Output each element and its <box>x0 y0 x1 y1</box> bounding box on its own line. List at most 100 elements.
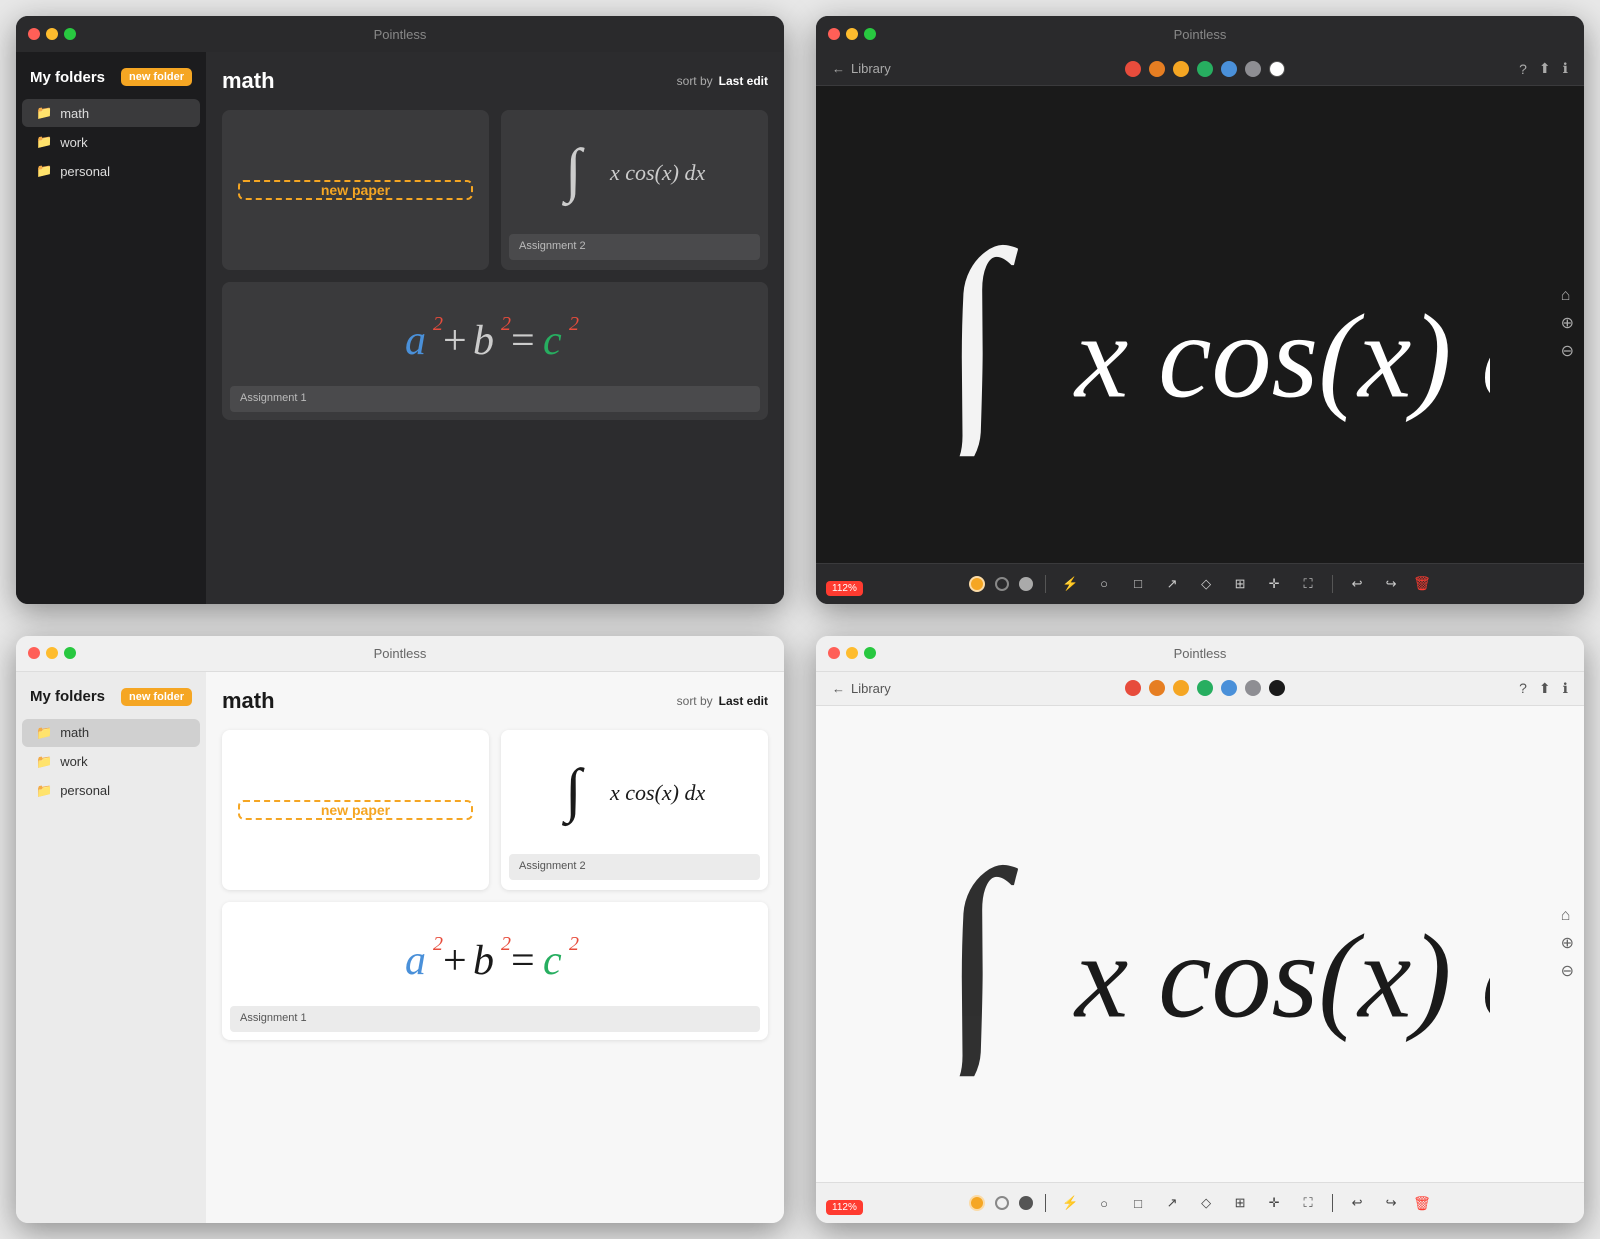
color-green[interactable] <box>1197 61 1213 77</box>
sidebar-item-math[interactable]: 📁 math <box>22 719 200 747</box>
tool-redo[interactable]: ↪ <box>1379 1191 1403 1215</box>
tool-eraser[interactable]: ◇ <box>1194 1191 1218 1215</box>
color-white[interactable] <box>1269 61 1285 77</box>
folder-icon: 📁 <box>36 783 52 799</box>
tool-circle[interactable]: ○ <box>1092 572 1116 596</box>
download-icon[interactable]: ⬆ <box>1539 680 1551 697</box>
maximize-button[interactable] <box>64 28 76 40</box>
back-button[interactable]: ← Library <box>832 681 891 696</box>
tool-pen-dark[interactable] <box>1019 577 1033 591</box>
minimize-button[interactable] <box>46 28 58 40</box>
maximize-button[interactable] <box>864 28 876 40</box>
trash-icon[interactable]: 🗑 <box>1413 575 1431 592</box>
tool-lightning[interactable]: ⚡ <box>1058 1191 1082 1215</box>
zoom-in-icon[interactable]: ⊕ <box>1561 313 1574 333</box>
tool-pen-orange[interactable] <box>969 1195 985 1211</box>
color-blue[interactable] <box>1221 680 1237 696</box>
assignment1-card[interactable]: a 2 + b 2 = c 2 Assignment 1 <box>222 902 768 1040</box>
maximize-button[interactable] <box>64 647 76 659</box>
color-green[interactable] <box>1197 680 1213 696</box>
sort-control[interactable]: sort by Last edit <box>677 694 768 708</box>
zoom-in-icon[interactable]: ⊕ <box>1561 933 1574 953</box>
color-gray[interactable] <box>1245 61 1261 77</box>
tool-redo[interactable]: ↪ <box>1379 572 1403 596</box>
zoom-badge: 112% <box>826 1200 863 1215</box>
help-icon[interactable]: ? <box>1519 61 1527 77</box>
color-red[interactable] <box>1125 680 1141 696</box>
minimize-button[interactable] <box>846 647 858 659</box>
canvas-area[interactable]: ∫ x cos(x) dx ⌂ ⊕ ⊖ <box>816 706 1584 1183</box>
tool-fullscreen[interactable]: ⛶ <box>1296 572 1320 596</box>
tool-pen-dark[interactable] <box>1019 1196 1033 1210</box>
info-icon[interactable]: ℹ <box>1563 60 1568 77</box>
download-icon[interactable]: ⬆ <box>1539 60 1551 77</box>
svg-text:a: a <box>405 318 426 364</box>
titlebar-top-right: Pointless <box>816 16 1584 52</box>
maximize-button[interactable] <box>864 647 876 659</box>
sidebar-item-personal[interactable]: 📁 personal <box>22 777 200 805</box>
color-yellow[interactable] <box>1173 680 1189 696</box>
svg-text:2: 2 <box>501 933 511 955</box>
new-paper-card[interactable]: new paper <box>222 110 489 270</box>
tool-grid[interactable]: ⊞ <box>1228 1191 1252 1215</box>
folder-icon: 📁 <box>36 754 52 770</box>
minimize-button[interactable] <box>846 28 858 40</box>
home-icon[interactable]: ⌂ <box>1561 907 1574 925</box>
trash-icon[interactable]: 🗑 <box>1413 1195 1431 1212</box>
assignment2-card[interactable]: ∫ x cos(x) dx Assignment 2 <box>501 110 768 270</box>
sidebar-item-math[interactable]: 📁 math <box>22 99 200 127</box>
color-black[interactable] <box>1269 680 1285 696</box>
back-button[interactable]: ← Library <box>832 61 891 76</box>
color-gray[interactable] <box>1245 680 1261 696</box>
close-button[interactable] <box>828 28 840 40</box>
help-icon[interactable]: ? <box>1519 680 1527 696</box>
tool-circle[interactable]: ○ <box>1092 1191 1116 1215</box>
info-icon[interactable]: ℹ <box>1563 680 1568 697</box>
sidebar-item-work[interactable]: 📁 work <box>22 128 200 156</box>
close-button[interactable] <box>28 647 40 659</box>
new-folder-button[interactable]: new folder <box>121 68 192 86</box>
tool-arrow[interactable]: ↗ <box>1160 572 1184 596</box>
tool-lightning[interactable]: ⚡ <box>1058 572 1082 596</box>
sidebar-item-personal[interactable]: 📁 personal <box>22 157 200 185</box>
tool-square[interactable]: □ <box>1126 572 1150 596</box>
tool-grid[interactable]: ⊞ <box>1228 572 1252 596</box>
svg-text:=: = <box>511 318 535 364</box>
canvas-area[interactable]: ∫ x cos(x) dx ⌂ ⊕ ⊖ <box>816 86 1584 563</box>
sidebar-item-work[interactable]: 📁 work <box>22 748 200 776</box>
color-orange[interactable] <box>1149 680 1165 696</box>
tool-pen-white[interactable] <box>995 577 1009 591</box>
close-button[interactable] <box>28 28 40 40</box>
window-title: Pointless <box>1174 646 1227 661</box>
titlebar-bottom-left: Pointless <box>16 636 784 672</box>
zoom-out-icon[interactable]: ⊖ <box>1561 961 1574 981</box>
traffic-lights <box>828 28 876 40</box>
tool-move[interactable]: ✛ <box>1262 572 1286 596</box>
close-button[interactable] <box>828 647 840 659</box>
tool-undo[interactable]: ↩ <box>1345 1191 1369 1215</box>
color-yellow[interactable] <box>1173 61 1189 77</box>
tool-pen-white[interactable] <box>995 1196 1009 1210</box>
tool-pen-orange[interactable] <box>969 576 985 592</box>
tool-move[interactable]: ✛ <box>1262 1191 1286 1215</box>
tool-eraser[interactable]: ◇ <box>1194 572 1218 596</box>
new-paper-card[interactable]: new paper <box>222 730 489 890</box>
tool-square[interactable]: □ <box>1126 1191 1150 1215</box>
assignment2-card[interactable]: ∫ x cos(x) dx Assignment 2 <box>501 730 768 890</box>
color-orange[interactable] <box>1149 61 1165 77</box>
assignment1-card[interactable]: a 2 + b 2 = c 2 Assignment 1 <box>222 282 768 420</box>
main-content: math sort by Last edit new paper <box>206 52 784 604</box>
content-title: math <box>222 68 275 94</box>
sidebar-item-label: work <box>60 754 87 769</box>
color-red[interactable] <box>1125 61 1141 77</box>
tool-fullscreen[interactable]: ⛶ <box>1296 1191 1320 1215</box>
minimize-button[interactable] <box>46 647 58 659</box>
sort-control[interactable]: sort by Last edit <box>677 74 768 88</box>
sidebar-title: My folders <box>30 688 105 705</box>
tool-undo[interactable]: ↩ <box>1345 572 1369 596</box>
new-folder-button[interactable]: new folder <box>121 688 192 706</box>
home-icon[interactable]: ⌂ <box>1561 287 1574 305</box>
tool-arrow[interactable]: ↗ <box>1160 1191 1184 1215</box>
color-blue[interactable] <box>1221 61 1237 77</box>
zoom-out-icon[interactable]: ⊖ <box>1561 341 1574 361</box>
